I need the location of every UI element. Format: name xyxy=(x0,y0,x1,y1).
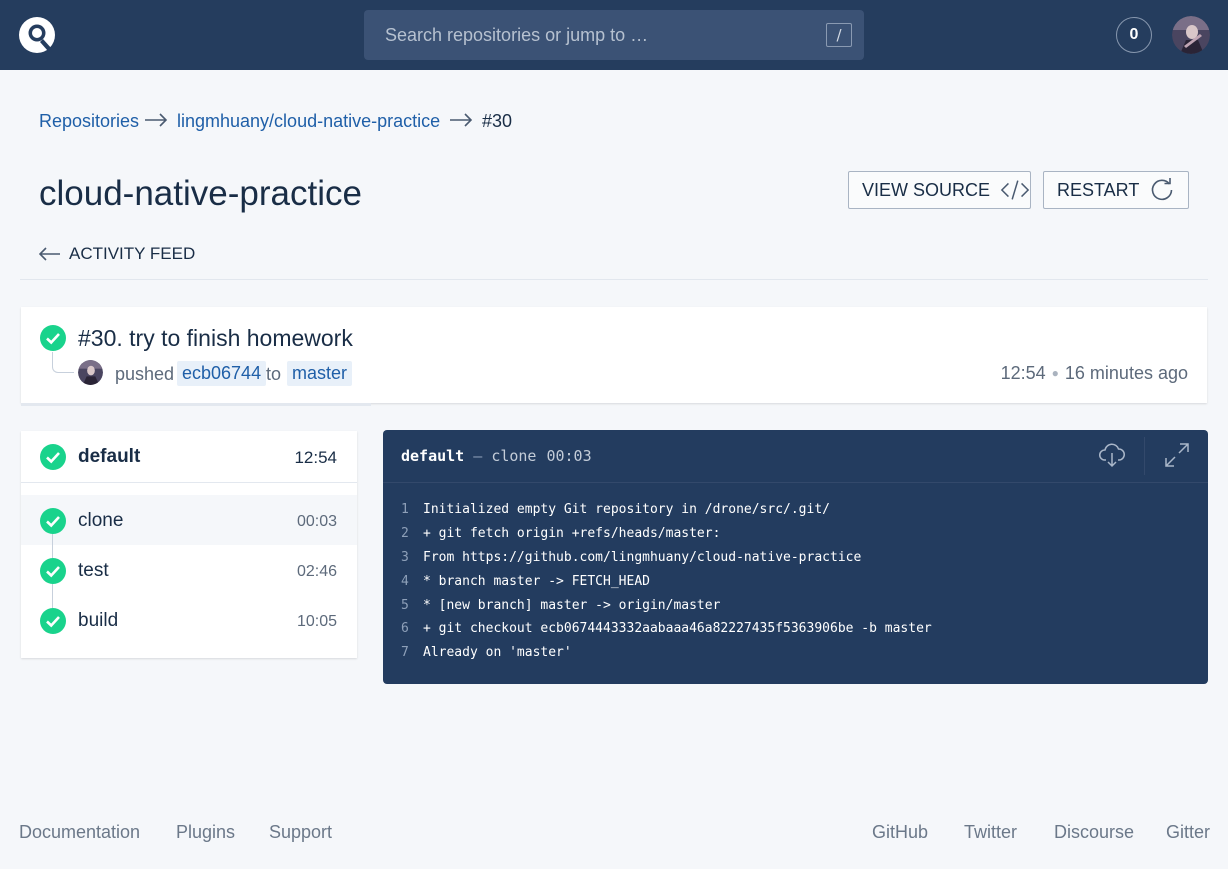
success-check-icon xyxy=(40,325,66,351)
log-step-duration: 00:03 xyxy=(546,447,592,465)
branch-link[interactable]: master xyxy=(287,361,353,386)
log-line: 1 Initialized empty Git repository in /dr… xyxy=(401,502,830,517)
search-input[interactable] xyxy=(364,10,804,60)
cloud-download-icon[interactable] xyxy=(1098,441,1126,469)
arrow-left-icon xyxy=(39,247,60,261)
success-check-icon xyxy=(40,608,66,634)
breadcrumb-repo[interactable]: lingmhuany/cloud-native-practice xyxy=(177,110,440,132)
stage-time: 12:54 xyxy=(294,448,337,467)
step-duration: 02:46 xyxy=(296,563,337,580)
build-relative-time: 16 minutes ago xyxy=(1064,363,1188,383)
footer-link-twitter[interactable]: Twitter xyxy=(964,822,1017,843)
code-icon xyxy=(1000,180,1030,200)
success-check-icon xyxy=(40,558,66,584)
log-line: 2 + git fetch origin +refs/heads/master: xyxy=(401,526,721,541)
success-check-icon xyxy=(40,508,66,534)
card-accent xyxy=(21,403,371,406)
log-step-name: clone xyxy=(491,447,537,465)
build-summary-card xyxy=(21,307,1207,403)
log-title: default — clone 00:03 xyxy=(401,447,592,465)
restart-icon xyxy=(1152,178,1173,201)
footer-link-support[interactable]: Support xyxy=(269,822,332,843)
author-avatar xyxy=(78,360,103,385)
log-line: 6 + git checkout ecb0674443332aabaaa46a82… xyxy=(401,621,932,636)
breadcrumb-repositories[interactable]: Repositories xyxy=(39,110,139,132)
view-source-button[interactable]: VIEW SOURCE xyxy=(848,171,1031,209)
to-word: to xyxy=(266,364,282,384)
step-clone[interactable]: clone xyxy=(78,510,123,532)
log-separator: — xyxy=(473,447,483,465)
restart-button[interactable]: RESTART xyxy=(1043,171,1189,209)
log-stage-name: default xyxy=(401,447,465,465)
build-title: #30. try to finish homework xyxy=(78,325,353,351)
build-timestamp: 12:54 ● 16 minutes ago xyxy=(1001,363,1188,384)
step-test[interactable]: test xyxy=(78,560,109,582)
log-line: 4 * branch master -> FETCH_HEAD xyxy=(401,574,650,589)
log-line: 3 From https://github.com/lingmhuany/clou… xyxy=(401,550,862,565)
stage-name[interactable]: default xyxy=(78,446,140,468)
back-label: ACTIVITY FEED xyxy=(69,244,196,263)
breadcrumb-build-number: #30 xyxy=(482,111,513,131)
step-build[interactable]: build xyxy=(78,610,118,632)
divider xyxy=(20,279,1208,280)
expand-icon[interactable] xyxy=(1163,441,1191,469)
footer-link-plugins[interactable]: Plugins xyxy=(176,822,235,843)
build-time: 12:54 xyxy=(1000,363,1046,383)
footer-link-discourse[interactable]: Discourse xyxy=(1054,822,1134,843)
log-header-separator xyxy=(1144,437,1145,475)
back-to-activity-feed[interactable]: ACTIVITY FEED xyxy=(39,243,195,265)
tree-connector xyxy=(52,352,74,373)
page-title: cloud-native-practice xyxy=(39,174,362,213)
success-check-icon xyxy=(40,444,66,470)
log-line: 5 * [new branch] master -> origin/master xyxy=(401,598,721,613)
step-duration: 10:05 xyxy=(296,613,337,630)
step-connector xyxy=(52,583,53,608)
view-source-label: VIEW SOURCE xyxy=(862,179,991,200)
commit-sha-link[interactable]: ecb06744 xyxy=(177,361,267,386)
search-shortcut-hint: / xyxy=(826,23,852,47)
dot-separator: ● xyxy=(1051,366,1059,380)
drone-logo-icon[interactable] xyxy=(18,16,56,54)
log-line: 7 Already on 'master' xyxy=(401,645,572,660)
step-connector xyxy=(52,533,53,558)
notification-count-badge[interactable]: 0 xyxy=(1116,17,1152,53)
search-box xyxy=(364,10,864,60)
stage-header-divider xyxy=(21,482,357,483)
log-header-divider xyxy=(383,482,1208,483)
breadcrumb-arrow-icon xyxy=(450,113,473,127)
footer-link-gitter[interactable]: Gitter xyxy=(1166,822,1210,843)
footer-link-documentation[interactable]: Documentation xyxy=(19,822,140,843)
restart-label: RESTART xyxy=(1057,179,1140,200)
build-action: pushed xyxy=(115,364,175,384)
user-avatar[interactable] xyxy=(1172,16,1210,54)
footer-link-github[interactable]: GitHub xyxy=(872,822,928,843)
breadcrumb-arrow-icon xyxy=(145,113,168,127)
step-duration: 00:03 xyxy=(296,513,337,530)
